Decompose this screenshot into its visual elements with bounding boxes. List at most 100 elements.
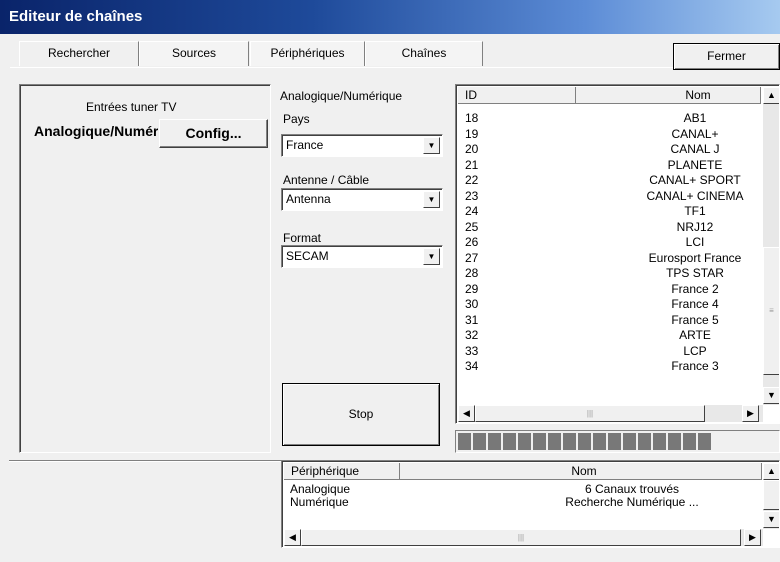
config-button[interactable]: Config...	[159, 119, 268, 148]
close-button[interactable]: Fermer	[673, 43, 780, 70]
device-horizontal-scrollbar[interactable]: ◀ ||| ▶	[284, 529, 763, 546]
tab-label: Sources	[171, 46, 217, 60]
channel-name[interactable]: France 3	[626, 360, 764, 373]
antenna-value: Antenna	[286, 192, 331, 206]
channel-name[interactable]: CANAL+ SPORT	[626, 174, 764, 187]
scroll-down-icon[interactable]: ▼	[763, 387, 779, 404]
scroll-right-icon[interactable]: ▶	[742, 405, 759, 422]
tab-divider	[10, 67, 780, 68]
tab-rechercher[interactable]: Rechercher	[19, 41, 139, 66]
progress-segment	[698, 433, 711, 450]
column-header-id[interactable]: ID	[458, 87, 576, 104]
channel-id[interactable]: 29	[465, 282, 478, 296]
scroll-thumb[interactable]	[763, 480, 779, 510]
channel-name[interactable]: France 5	[626, 313, 764, 327]
progress-segment	[638, 433, 651, 450]
device-list[interactable]: Périphérique Nom Analogique 6 Canaux trou…	[281, 460, 780, 548]
channel-name[interactable]: CANAL+ CINEMA	[626, 189, 764, 203]
channel-id[interactable]: 22	[465, 174, 478, 187]
channel-id[interactable]: 20	[465, 143, 478, 156]
progress-segment	[608, 433, 621, 450]
channel-id[interactable]: 19	[465, 127, 478, 141]
format-select[interactable]: SECAM ▼	[281, 245, 443, 268]
chevron-down-icon[interactable]: ▼	[423, 248, 440, 265]
channel-name[interactable]: CANAL+	[626, 127, 764, 141]
progress-segment	[533, 433, 546, 450]
format-value: SECAM	[286, 249, 329, 263]
tuner-title: Entrées tuner TV	[86, 100, 177, 114]
tab-sources[interactable]: Sources	[139, 41, 249, 66]
channel-name[interactable]: France 2	[626, 282, 764, 296]
channel-id[interactable]: 27	[465, 251, 478, 265]
tab-peripheriques[interactable]: Périphériques	[250, 41, 365, 66]
channel-name[interactable]: Eurosport France	[626, 251, 764, 265]
channel-id[interactable]: 18	[465, 112, 478, 125]
channel-name[interactable]: PLANETE	[626, 158, 764, 172]
country-label: Pays	[283, 112, 310, 126]
progress-segment	[623, 433, 636, 450]
channel-id[interactable]: 21	[465, 158, 478, 172]
channel-id[interactable]: 23	[465, 189, 478, 203]
device-status[interactable]: Recherche Numérique ...	[482, 496, 779, 509]
tuner-input-label: Analogique/Numérique	[34, 123, 158, 139]
channel-name[interactable]: ARTE	[626, 329, 764, 342]
scroll-thumb[interactable]: ≡	[763, 247, 779, 375]
scroll-right-icon[interactable]: ▶	[744, 529, 761, 546]
window-title-bar: Editeur de chaînes	[0, 0, 780, 34]
channel-id[interactable]: 34	[465, 360, 478, 373]
chevron-down-icon[interactable]: ▼	[423, 137, 440, 154]
column-header-nom[interactable]: Nom	[576, 87, 761, 104]
scroll-left-icon[interactable]: ◀	[284, 529, 301, 546]
tab-label: Chaînes	[401, 46, 447, 60]
channel-name[interactable]: CANAL J	[626, 143, 764, 156]
progress-segment	[668, 433, 681, 450]
progress-segment	[458, 433, 471, 450]
channel-id[interactable]: 33	[465, 344, 478, 358]
progress-segment	[518, 433, 531, 450]
column-header-nom[interactable]: Nom	[400, 463, 762, 480]
channel-id[interactable]: 31	[465, 313, 478, 327]
progress-segment	[578, 433, 591, 450]
channel-name[interactable]: LCP	[626, 344, 764, 358]
tab-chaines[interactable]: Chaînes	[365, 41, 483, 66]
channel-id[interactable]: 24	[465, 205, 478, 218]
channel-id[interactable]: 32	[465, 329, 478, 342]
channel-id[interactable]: 28	[465, 267, 478, 280]
progress-segment	[503, 433, 516, 450]
column-header-peripherique[interactable]: Périphérique	[284, 463, 400, 480]
progress-segment	[473, 433, 486, 450]
device-type[interactable]: Numérique	[290, 496, 349, 509]
device-vertical-scrollbar[interactable]: ▲ ▼	[763, 463, 779, 529]
stop-button[interactable]: Stop	[282, 383, 440, 446]
scan-progress-bar	[455, 430, 780, 453]
chevron-down-icon[interactable]: ▼	[423, 191, 440, 208]
channel-name[interactable]: AB1	[626, 112, 764, 125]
scroll-left-icon[interactable]: ◀	[458, 405, 475, 422]
channel-name[interactable]: TPS STAR	[626, 267, 764, 280]
progress-segment	[653, 433, 666, 450]
channel-vertical-scrollbar[interactable]: ▲ ≡ ▼	[763, 87, 779, 405]
scroll-down-icon[interactable]: ▼	[763, 511, 779, 528]
channel-id[interactable]: 26	[465, 236, 478, 249]
channel-id[interactable]: 25	[465, 220, 478, 234]
progress-segment	[593, 433, 606, 450]
channel-name[interactable]: TF1	[626, 205, 764, 218]
antenna-label: Antenne / Câble	[283, 173, 370, 187]
tab-label: Rechercher	[47, 46, 111, 60]
scroll-up-icon[interactable]: ▲	[763, 463, 779, 480]
channel-name[interactable]: NRJ12	[626, 220, 764, 234]
scroll-thumb[interactable]: |||	[475, 405, 705, 422]
channel-list[interactable]: ID Nom 18 AB1 19 CANAL+ 20 CANAL J 21 PLANETE 22…	[455, 84, 780, 424]
channel-name[interactable]: France 4	[626, 298, 764, 311]
channel-id[interactable]: 30	[465, 298, 478, 311]
scroll-thumb[interactable]: |||	[301, 529, 741, 546]
format-label: Format	[283, 231, 322, 245]
country-value: France	[286, 138, 324, 152]
channel-name[interactable]: LCI	[626, 236, 764, 249]
antenna-select[interactable]: Antenna ▼	[281, 188, 443, 211]
country-select[interactable]: France ▼	[281, 134, 443, 157]
progress-segment	[548, 433, 561, 450]
channel-horizontal-scrollbar[interactable]: ◀ ||| ▶	[458, 405, 763, 422]
progress-segment	[488, 433, 501, 450]
scroll-up-icon[interactable]: ▲	[763, 87, 779, 104]
